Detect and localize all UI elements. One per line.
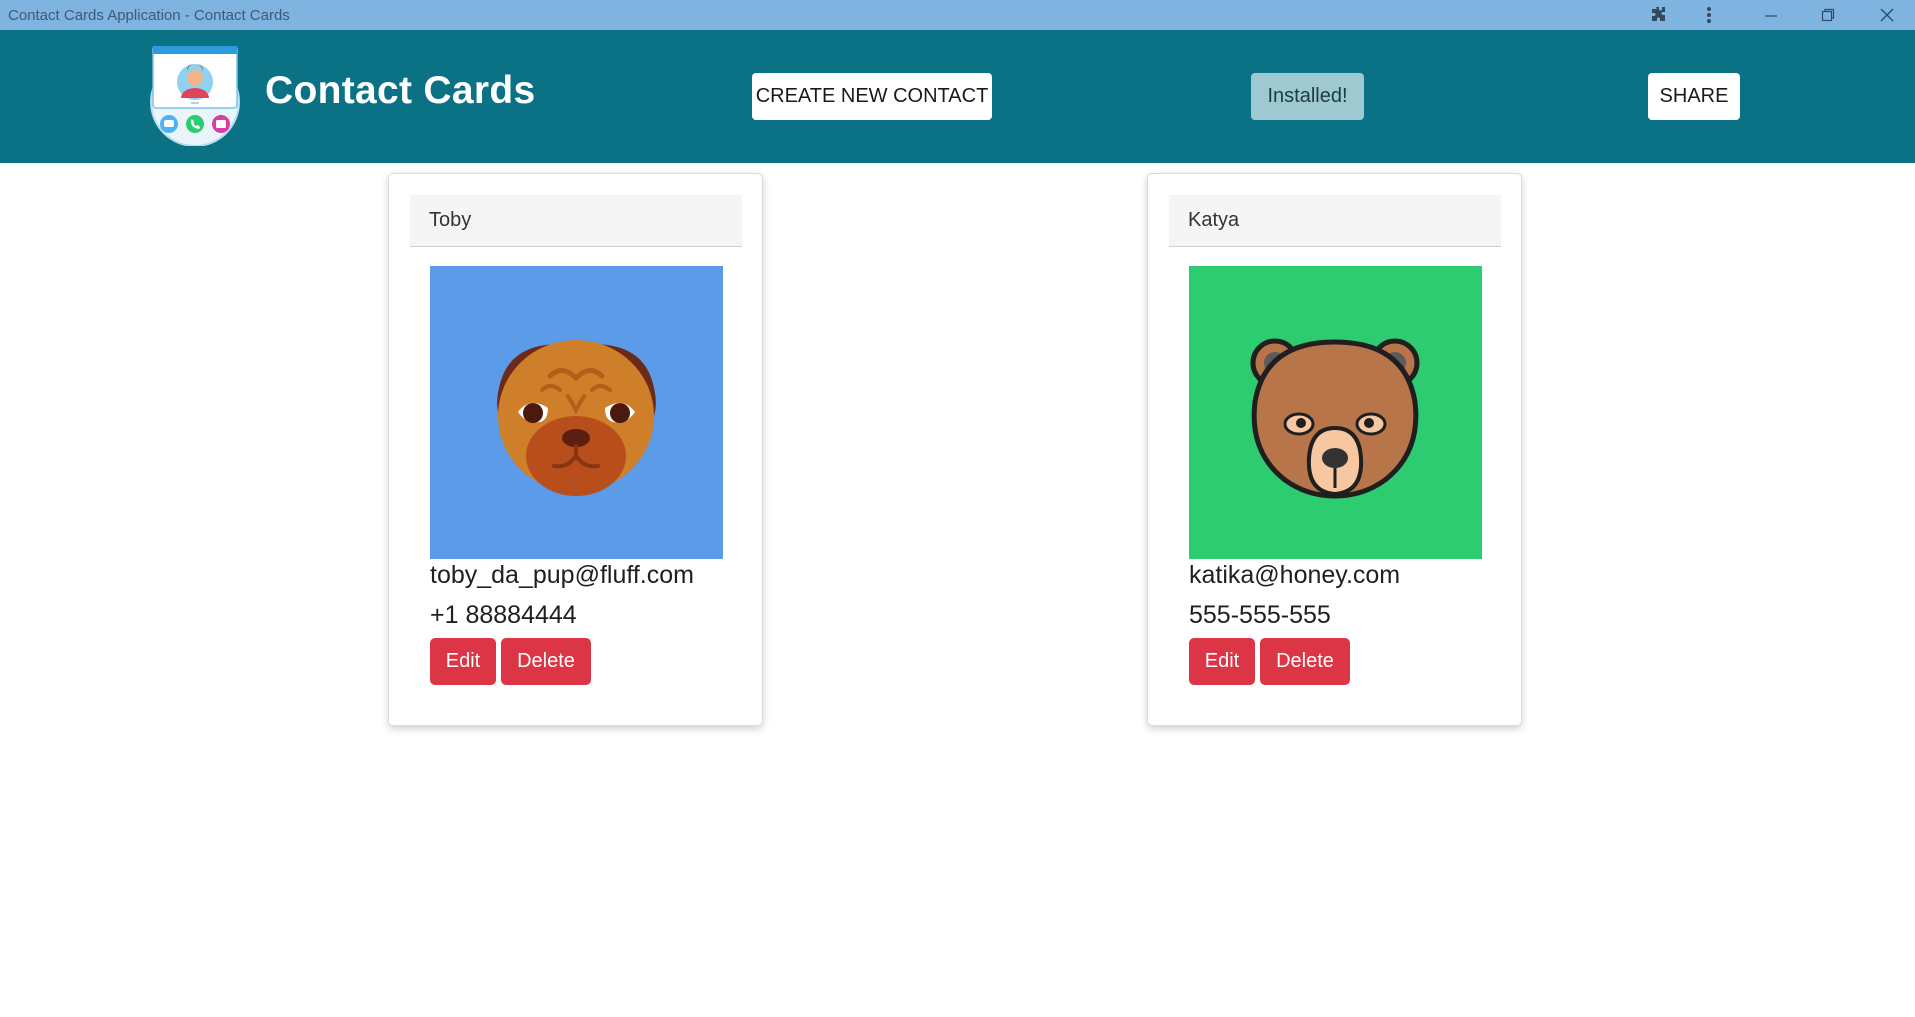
- puzzle-icon[interactable]: [1647, 3, 1671, 27]
- app-header: Contact Cards CREATE NEW CONTACT Install…: [0, 30, 1915, 163]
- delete-button[interactable]: Delete: [501, 638, 591, 685]
- app-title: Contact Cards: [265, 69, 536, 112]
- share-button[interactable]: SHARE: [1648, 73, 1740, 120]
- bear-icon: [1189, 266, 1482, 559]
- installed-button[interactable]: Installed!: [1251, 73, 1364, 120]
- minimize-icon[interactable]: [1759, 3, 1783, 27]
- contact-phone: +1 88884444: [430, 601, 577, 629]
- delete-button[interactable]: Delete: [1260, 638, 1350, 685]
- contact-name: Toby: [410, 195, 742, 247]
- edit-button[interactable]: Edit: [430, 638, 496, 685]
- contact-card: Toby toby_da_pup@fluff.com +1 88884444 E…: [388, 173, 763, 726]
- close-icon[interactable]: [1875, 3, 1899, 27]
- contact-name: Katya: [1169, 195, 1501, 247]
- edit-button[interactable]: Edit: [1189, 638, 1255, 685]
- more-vertical-icon[interactable]: [1697, 3, 1721, 27]
- create-new-contact-button[interactable]: CREATE NEW CONTACT: [752, 73, 992, 120]
- contact-email: katika@honey.com: [1189, 561, 1401, 589]
- window-title: Contact Cards Application - Contact Card…: [8, 7, 290, 24]
- contact-phone: 555-555-555: [1189, 601, 1331, 629]
- contact-card: Katya katika@honey.com 555-555-555 Edit …: [1147, 173, 1522, 726]
- pug-icon: [430, 266, 723, 559]
- window-title-bar: Contact Cards Application - Contact Card…: [0, 0, 1915, 30]
- contact-cards-logo-icon: [147, 45, 243, 147]
- contact-email: toby_da_pup@fluff.com: [430, 561, 694, 589]
- restore-icon[interactable]: [1816, 3, 1840, 27]
